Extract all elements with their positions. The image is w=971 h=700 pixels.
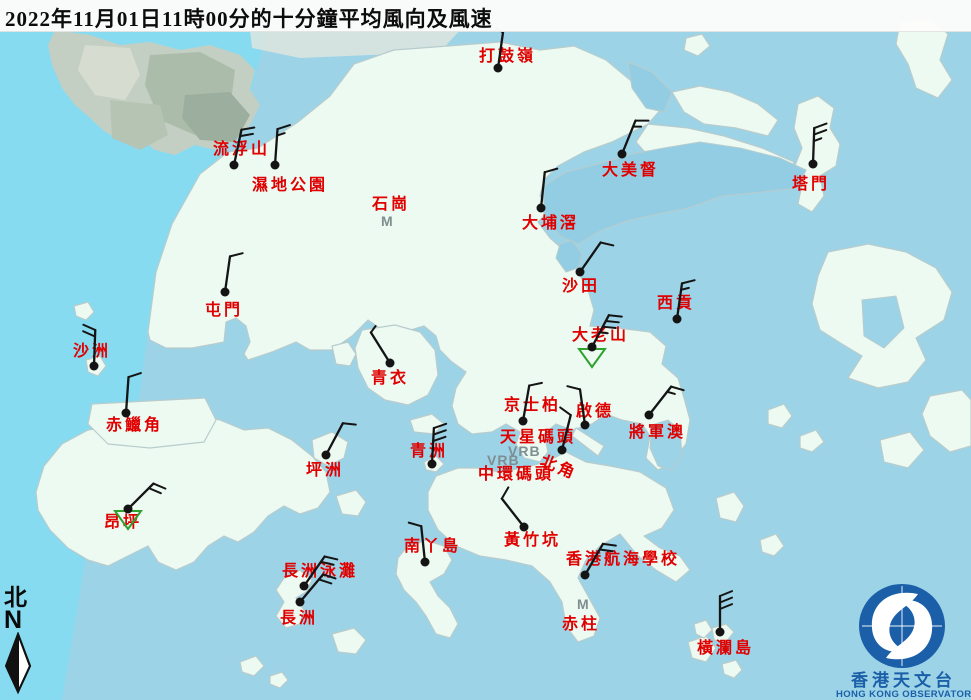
station-label-tates-cairn: 大老山 [572, 327, 629, 345]
north-arrow-icon [2, 632, 36, 696]
station-label-central-pier: 中環碼頭 [478, 466, 554, 484]
station-label-hk-sea-school: 香港航海學校 [566, 551, 680, 569]
hko-logo-english: HONG KONG OBSERVATORY [836, 689, 971, 700]
station-marker-central-pier: VRB [487, 453, 520, 467]
station-label-lamma-island: 南丫島 [404, 538, 461, 556]
station-label-green-island: 青洲 [410, 443, 448, 461]
station-label-peng-chau: 坪洲 [306, 462, 344, 480]
station-labels-layer: 打鼓嶺流浮山濕地公園石崗M大埔滘大美督塔門沙田西貢大老山屯門沙洲赤鱲角青衣青洲京… [0, 0, 971, 700]
station-label-tai-mei-tuk: 大美督 [602, 162, 659, 180]
station-label-tai-po-kau: 大埔滘 [522, 215, 579, 233]
station-label-wetland-park: 濕地公園 [252, 177, 328, 195]
north-compass: 北 N [2, 586, 42, 696]
station-label-cheung-chau: 長洲 [280, 610, 318, 628]
station-label-stanley: 赤柱 [562, 616, 600, 634]
hko-logo-icon [836, 582, 971, 670]
map-title: 2022年11月01日11時00分的十分鐘平均風向及風速 [0, 0, 971, 33]
station-label-cheung-chau-beach: 長洲泳灘 [282, 563, 358, 581]
station-label-tuen-mun: 屯門 [205, 302, 243, 320]
hko-logo: 香港天文台 HONG KONG OBSERVATORY [836, 582, 971, 700]
station-label-sha-chau: 沙洲 [73, 343, 111, 361]
station-label-kai-tak: 啟德 [576, 403, 614, 421]
station-marker-stanley: M [577, 597, 590, 611]
north-letter: N [4, 609, 42, 632]
title-bar: 2022年11月01日11時00分的十分鐘平均風向及風速 [0, 0, 971, 32]
station-marker-shek-kong: M [381, 214, 394, 228]
station-label-shek-kong: 石崗 [372, 196, 410, 214]
station-label-ta-kwu-ling: 打鼓嶺 [479, 48, 536, 66]
station-label-sha-tin: 沙田 [562, 278, 600, 296]
station-label-ngong-ping: 昂坪 [104, 514, 142, 532]
station-label-tap-mun: 塔門 [792, 176, 830, 194]
hko-logo-chinese: 香港天文台 [836, 672, 971, 689]
station-label-tsing-yi: 青衣 [371, 370, 409, 388]
station-label-lau-fau-shan: 流浮山 [213, 141, 270, 159]
station-label-kings-park: 京士柏 [504, 397, 561, 415]
station-label-tseung-kwan-o: 將軍澳 [629, 424, 686, 442]
station-label-sai-kung: 西貢 [657, 295, 695, 313]
station-label-wong-chuk-hang: 黃竹坑 [504, 532, 561, 550]
wind-map: 打鼓嶺流浮山濕地公園石崗M大埔滘大美督塔門沙田西貢大老山屯門沙洲赤鱲角青衣青洲京… [0, 0, 971, 700]
station-label-waglan-island: 橫瀾島 [697, 640, 754, 658]
station-label-chek-lap-kok: 赤鱲角 [106, 417, 163, 435]
